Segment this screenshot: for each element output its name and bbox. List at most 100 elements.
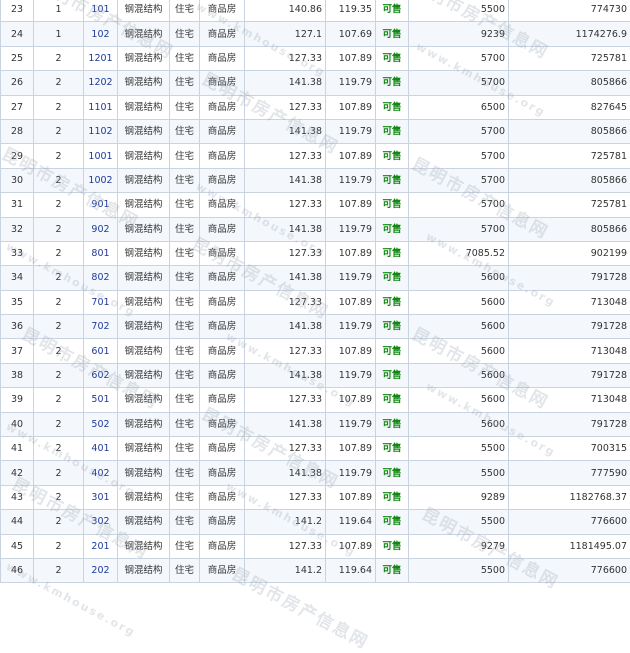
unit-price-cell: 9239 [409, 22, 509, 46]
inner-area-cell: 119.79 [326, 412, 376, 436]
sale-status-cell: 可售 [376, 71, 409, 95]
usage-cell: 住宅 [170, 168, 200, 192]
room-number-cell[interactable]: 1002 [84, 168, 118, 192]
unit-price-cell: 9289 [409, 485, 509, 509]
usage-cell: 住宅 [170, 534, 200, 558]
row-number-cell: 43 [1, 485, 34, 509]
usage-cell: 住宅 [170, 22, 200, 46]
room-number-cell[interactable]: 802 [84, 266, 118, 290]
room-number-cell[interactable]: 1102 [84, 119, 118, 143]
unit-price-cell: 5700 [409, 193, 509, 217]
row-number-cell: 32 [1, 217, 34, 241]
row-number-cell: 25 [1, 46, 34, 70]
property-type-cell: 商品房 [200, 168, 245, 192]
total-price-cell: 791728 [509, 363, 630, 387]
room-number-cell[interactable]: 201 [84, 534, 118, 558]
inner-area-cell: 107.69 [326, 22, 376, 46]
building-area-cell: 141.38 [245, 217, 326, 241]
usage-cell: 住宅 [170, 363, 200, 387]
room-number-cell[interactable]: 402 [84, 461, 118, 485]
usage-cell: 住宅 [170, 412, 200, 436]
usage-cell: 住宅 [170, 437, 200, 461]
building-area-cell: 127.33 [245, 485, 326, 509]
property-type-cell: 商品房 [200, 119, 245, 143]
row-number-cell: 24 [1, 22, 34, 46]
building-cell: 2 [34, 266, 84, 290]
total-price-cell: 805866 [509, 217, 630, 241]
inner-area-cell: 119.35 [326, 0, 376, 22]
usage-cell: 住宅 [170, 485, 200, 509]
row-number-cell: 29 [1, 144, 34, 168]
room-number-cell[interactable]: 502 [84, 412, 118, 436]
room-number-cell[interactable]: 601 [84, 339, 118, 363]
structure-cell: 钢混结构 [118, 0, 170, 22]
building-area-cell: 141.38 [245, 266, 326, 290]
room-number-cell[interactable]: 101 [84, 0, 118, 22]
usage-cell: 住宅 [170, 144, 200, 168]
room-number-cell[interactable]: 902 [84, 217, 118, 241]
property-type-cell: 商品房 [200, 266, 245, 290]
row-number-cell: 35 [1, 290, 34, 314]
room-number-cell[interactable]: 602 [84, 363, 118, 387]
room-number-cell[interactable]: 401 [84, 437, 118, 461]
unit-price-cell: 5700 [409, 46, 509, 70]
building-cell: 2 [34, 534, 84, 558]
row-number-cell: 31 [1, 193, 34, 217]
property-type-cell: 商品房 [200, 485, 245, 509]
total-price-cell: 725781 [509, 144, 630, 168]
total-price-cell: 725781 [509, 193, 630, 217]
inner-area-cell: 107.89 [326, 46, 376, 70]
unit-price-cell: 5500 [409, 558, 509, 582]
inner-area-cell: 107.89 [326, 144, 376, 168]
table-row: 332801钢混结构住宅商品房127.33107.89可售7085.529021… [1, 241, 630, 265]
row-number-cell: 41 [1, 437, 34, 461]
building-cell: 2 [34, 485, 84, 509]
room-number-cell[interactable]: 702 [84, 315, 118, 339]
room-number-cell[interactable]: 1001 [84, 144, 118, 168]
property-type-cell: 商品房 [200, 241, 245, 265]
inner-area-cell: 119.79 [326, 119, 376, 143]
usage-cell: 住宅 [170, 388, 200, 412]
building-area-cell: 141.38 [245, 315, 326, 339]
sale-status-cell: 可售 [376, 461, 409, 485]
property-type-cell: 商品房 [200, 95, 245, 119]
room-number-cell[interactable]: 1201 [84, 46, 118, 70]
table-row: 372601钢混结构住宅商品房127.33107.89可售5600713048 [1, 339, 630, 363]
room-number-cell[interactable]: 102 [84, 22, 118, 46]
property-type-cell: 商品房 [200, 22, 245, 46]
room-number-cell[interactable]: 1202 [84, 71, 118, 95]
table-row: 3021002钢混结构住宅商品房141.38119.79可售5700805866 [1, 168, 630, 192]
room-number-cell[interactable]: 302 [84, 510, 118, 534]
building-cell: 2 [34, 241, 84, 265]
unit-price-cell: 5600 [409, 315, 509, 339]
building-cell: 2 [34, 168, 84, 192]
room-number-cell[interactable]: 202 [84, 558, 118, 582]
room-number-cell[interactable]: 501 [84, 388, 118, 412]
room-number-cell[interactable]: 301 [84, 485, 118, 509]
inner-area-cell: 119.64 [326, 510, 376, 534]
property-type-cell: 商品房 [200, 558, 245, 582]
total-price-cell: 1182768.37 [509, 485, 630, 509]
building-cell: 2 [34, 437, 84, 461]
room-number-cell[interactable]: 701 [84, 290, 118, 314]
inner-area-cell: 107.89 [326, 193, 376, 217]
property-type-cell: 商品房 [200, 339, 245, 363]
row-number-cell: 40 [1, 412, 34, 436]
room-number-cell[interactable]: 801 [84, 241, 118, 265]
row-number-cell: 34 [1, 266, 34, 290]
inner-area-cell: 119.79 [326, 71, 376, 95]
structure-cell: 钢混结构 [118, 241, 170, 265]
unit-price-cell: 5600 [409, 339, 509, 363]
unit-price-cell: 5700 [409, 71, 509, 95]
table-row: 392501钢混结构住宅商品房127.33107.89可售5600713048 [1, 388, 630, 412]
structure-cell: 钢混结构 [118, 388, 170, 412]
sale-status-cell: 可售 [376, 22, 409, 46]
row-number-cell: 36 [1, 315, 34, 339]
usage-cell: 住宅 [170, 461, 200, 485]
unit-price-cell: 5500 [409, 0, 509, 22]
room-number-cell[interactable]: 901 [84, 193, 118, 217]
total-price-cell: 1174276.9 [509, 22, 630, 46]
table-row: 322902钢混结构住宅商品房141.38119.79可售5700805866 [1, 217, 630, 241]
room-number-cell[interactable]: 1101 [84, 95, 118, 119]
table-row: 452201钢混结构住宅商品房127.33107.89可售92791181495… [1, 534, 630, 558]
